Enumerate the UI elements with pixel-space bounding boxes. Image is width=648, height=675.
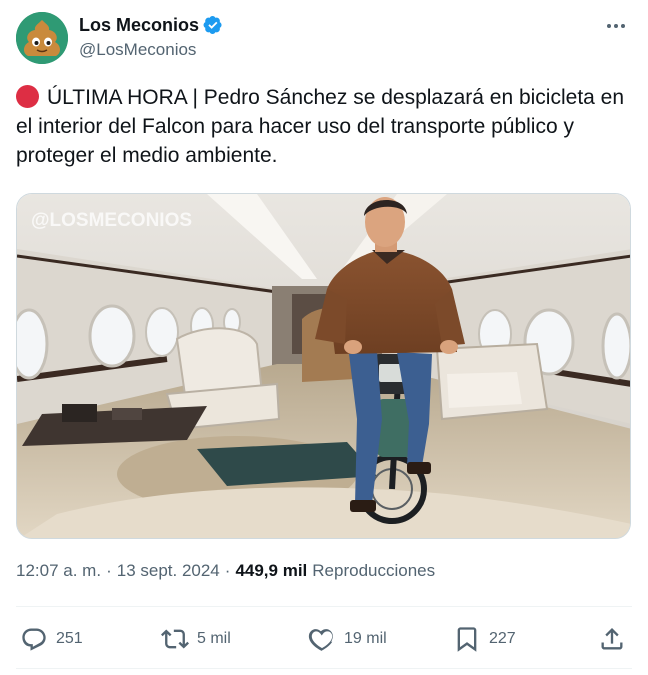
meta-separator: · — [224, 561, 231, 580]
tweet-text: ÚLTIMA HORA | Pedro Sánchez se desplazar… — [16, 83, 636, 170]
share-button[interactable] — [598, 624, 626, 654]
repost-button[interactable]: 5 mil — [161, 624, 231, 654]
divider — [16, 606, 632, 607]
like-count: 19 mil — [344, 630, 387, 647]
jet-cabin-bicycle-photo: @LOSMECONIOS — [17, 194, 630, 538]
reply-button[interactable]: 251 — [20, 624, 83, 654]
tweet-date[interactable]: 13 sept. 2024 — [117, 561, 220, 581]
repost-icon — [161, 629, 189, 649]
share-icon — [601, 628, 623, 650]
bookmark-button[interactable]: 227 — [453, 624, 516, 654]
bookmark-icon — [457, 627, 477, 652]
tweet-meta: 12:07 a. m. · 13 sept. 2024 · 449,9 mil … — [16, 561, 435, 581]
avatar-mascot-image — [16, 12, 68, 64]
display-name[interactable]: Los Meconios — [79, 15, 199, 36]
display-name-row: Los Meconios — [79, 14, 223, 36]
meta-separator: · — [106, 561, 112, 580]
watermark-text: @LOSMECONIOS — [31, 210, 192, 231]
reply-count: 251 — [56, 630, 83, 647]
like-icon — [308, 629, 333, 651]
reply-icon — [22, 628, 46, 651]
tweet-time[interactable]: 12:07 a. m. — [16, 561, 101, 581]
red-circle-icon — [16, 85, 39, 108]
like-button[interactable]: 19 mil — [308, 624, 387, 654]
tweet-header: Los Meconios @LosMeconios — [16, 12, 632, 64]
tweet-media-image[interactable]: @LOSMECONIOS — [16, 193, 631, 539]
repost-count: 5 mil — [197, 630, 231, 647]
author-handle[interactable]: @LosMeconios — [79, 40, 223, 60]
views-count[interactable]: 449,9 mil — [235, 561, 307, 581]
bookmark-count: 227 — [489, 630, 516, 647]
action-bar: 251 5 mil 19 mil 227 — [16, 618, 632, 662]
author-names: Los Meconios @LosMeconios — [79, 14, 223, 60]
verified-badge-icon[interactable] — [203, 15, 223, 35]
views-label: Reproducciones — [312, 561, 436, 580]
more-options-icon[interactable] — [602, 16, 630, 36]
tweet-text-content: ÚLTIMA HORA | Pedro Sánchez se desplazar… — [16, 86, 625, 167]
divider — [16, 668, 632, 669]
avatar[interactable] — [16, 12, 68, 64]
